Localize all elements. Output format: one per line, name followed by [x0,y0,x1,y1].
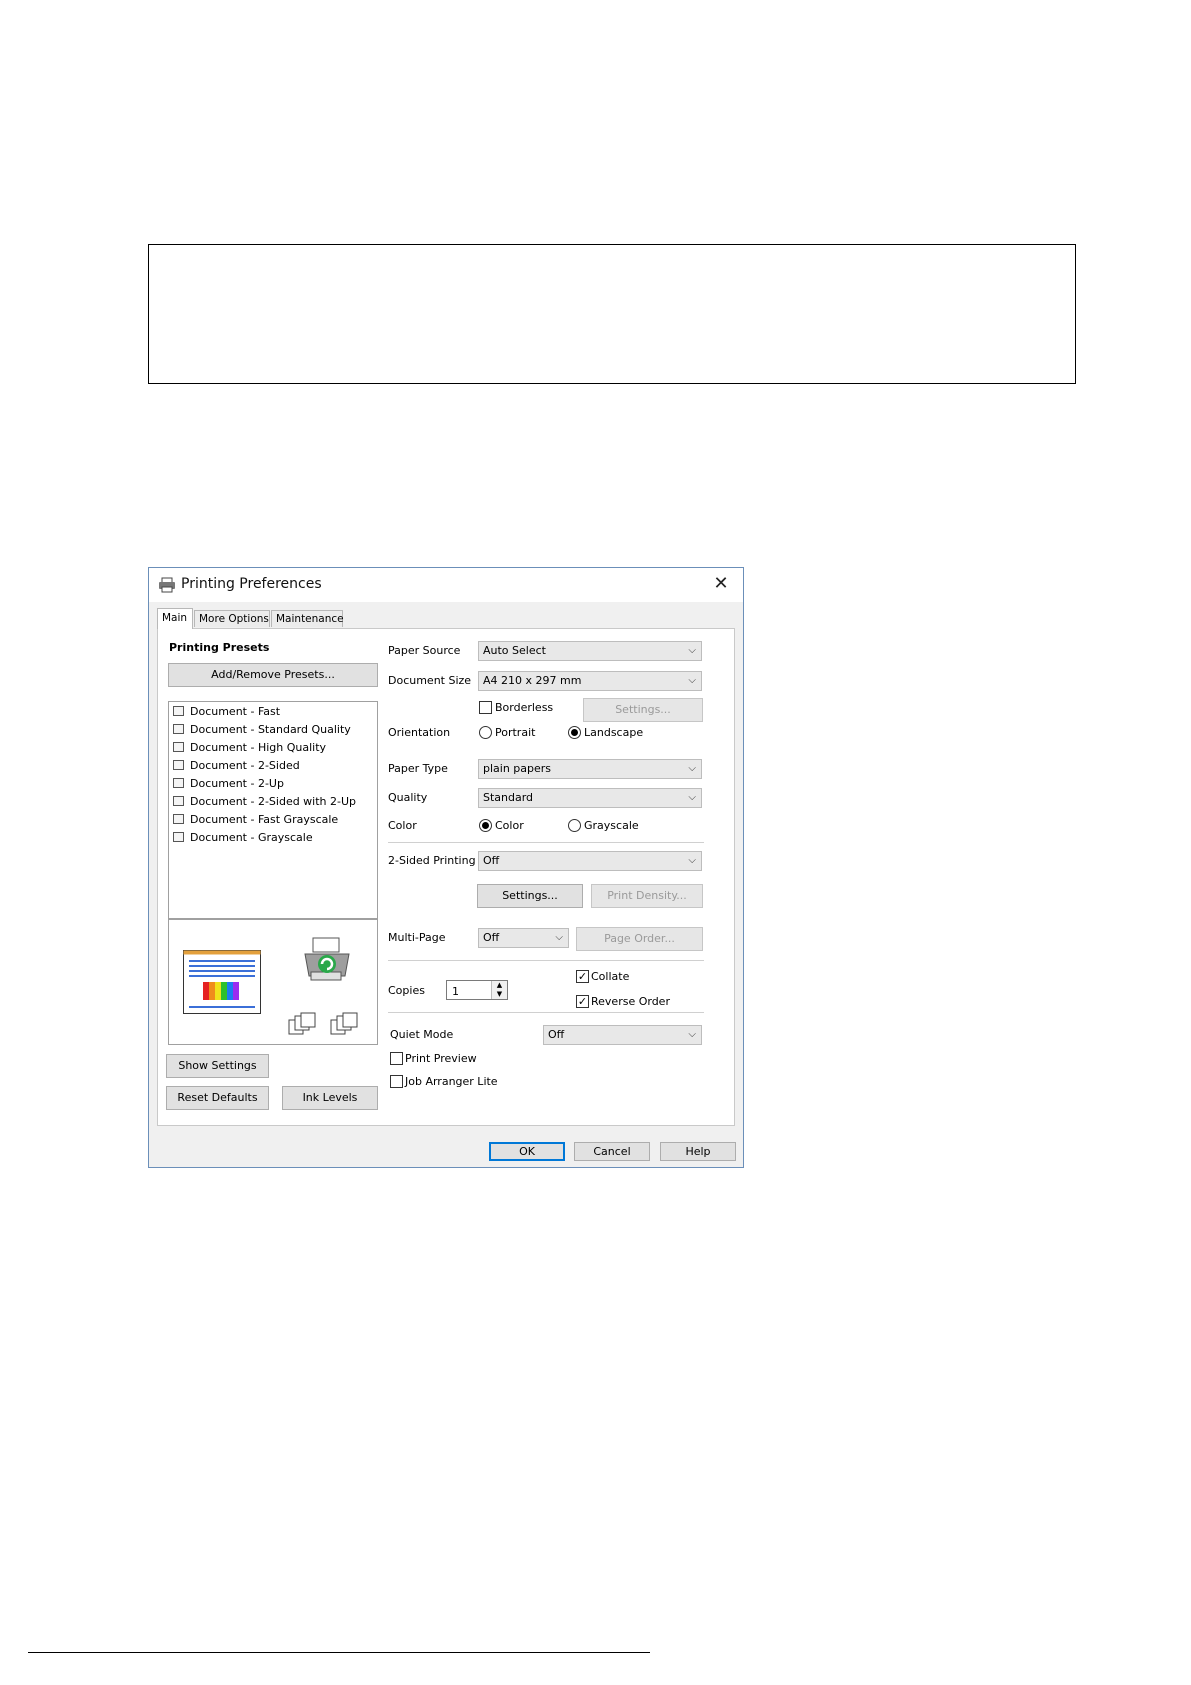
grayscale-document-icon [173,832,184,842]
document-size-select[interactable]: A4 210 x 297 mm ⌵ [478,671,702,691]
preset-document-2-up[interactable]: Document - 2-Up [173,776,284,792]
ok-button[interactable]: OK [489,1142,565,1161]
borderless-label: Borderless [495,701,554,714]
borderless-checkbox[interactable] [479,701,492,714]
tab-maintenance[interactable]: Maintenance [271,610,344,627]
pages-order-icon [330,1012,358,1035]
copies-input[interactable] [450,982,494,1000]
preset-document-standard-quality[interactable]: Document - Standard Quality [173,722,351,738]
grayscale-radio[interactable] [568,819,581,832]
chevron-down-icon: ⌵ [688,645,696,656]
color-label: Color [388,819,417,832]
paper-preview-icon [183,950,261,1014]
tab-more-options[interactable]: More Options [194,610,270,627]
multi-page-select[interactable]: Off ⌵ [478,928,569,948]
copies-label: Copies [388,984,425,997]
document-icon [173,742,184,752]
separator [388,1012,704,1013]
printing-preferences-dialog: Printing Preferences ✕ Main More Options… [148,567,744,1168]
multi-page-label: Multi-Page [388,931,446,944]
close-button[interactable]: ✕ [709,572,733,596]
help-button[interactable]: Help [660,1142,736,1161]
settings-preview [168,919,378,1045]
paper-source-select[interactable]: Auto Select ⌵ [478,641,702,661]
document-icon [173,724,184,734]
printer-status-icon [304,937,350,981]
preset-document-high-quality[interactable]: Document - High Quality [173,740,326,756]
cancel-button[interactable]: Cancel [574,1142,650,1161]
two-sided-icon [173,760,184,770]
footer-rule [28,1652,650,1653]
reset-defaults-button[interactable]: Reset Defaults [166,1086,269,1110]
pages-icon [288,1012,316,1035]
separator [388,842,704,843]
collate-label: Collate [591,970,630,983]
grayscale-document-icon [173,814,184,824]
document-size-label: Document Size [388,674,472,687]
portrait-radio[interactable] [479,726,492,739]
chevron-down-icon: ⌵ [688,855,696,866]
preset-document-2-sided[interactable]: Document - 2-Sided [173,758,300,774]
two-sided-two-up-icon [173,796,184,806]
quiet-mode-label: Quiet Mode [390,1028,454,1041]
separator [388,960,704,961]
chevron-down-icon: ⌵ [688,675,696,686]
show-settings-button[interactable]: Show Settings [166,1054,269,1078]
quality-select[interactable]: Standard ⌵ [478,788,702,808]
two-sided-settings-button[interactable]: Settings... [477,884,583,908]
tab-main[interactable]: Main [157,608,193,629]
reverse-order-checkbox[interactable]: ✓ [576,995,589,1008]
printer-icon [159,577,175,593]
title-bar: Printing Preferences ✕ [149,568,743,602]
job-arranger-lite-label: Job Arranger Lite [405,1075,498,1088]
borderless-settings-button[interactable]: Settings... [583,698,703,722]
preset-document-2-sided-with-2-up[interactable]: Document - 2-Sided with 2-Up [173,794,356,810]
chevron-down-icon: ⌵ [688,1029,696,1040]
spin-arrows-icon[interactable]: ▲ ▼ [491,981,507,999]
two-up-icon [173,778,184,788]
reverse-order-label: Reverse Order [591,995,670,1008]
quality-label: Quality [388,791,428,804]
color-option-label: Color [495,819,524,832]
note-box [148,244,1076,384]
chevron-down-icon: ⌵ [688,792,696,803]
preset-document-grayscale[interactable]: Document - Grayscale [173,830,313,846]
paper-type-label: Paper Type [388,762,448,775]
paper-source-label: Paper Source [388,644,461,657]
landscape-label: Landscape [584,726,644,739]
grayscale-option-label: Grayscale [584,819,639,832]
color-radio[interactable] [479,819,492,832]
main-tab-panel: Printing Presets Add/Remove Presets... D… [157,628,735,1126]
presets-list[interactable]: Document - Fast Document - Standard Qual… [168,701,378,919]
dialog-title: Printing Preferences [181,576,322,592]
chevron-down-icon: ⌵ [555,932,563,943]
orientation-label: Orientation [388,726,451,739]
document-icon [173,706,184,716]
print-preview-checkbox[interactable] [390,1052,403,1065]
ink-levels-button[interactable]: Ink Levels [282,1086,378,1110]
printing-presets-heading: Printing Presets [169,641,270,654]
preset-document-fast[interactable]: Document - Fast [173,704,280,720]
job-arranger-lite-checkbox[interactable] [390,1075,403,1088]
collate-checkbox[interactable]: ✓ [576,970,589,983]
quiet-mode-select[interactable]: Off ⌵ [543,1025,702,1045]
two-sided-printing-label: 2-Sided Printing [388,854,476,867]
print-preview-label: Print Preview [405,1052,477,1065]
landscape-radio[interactable] [568,726,581,739]
chevron-down-icon: ⌵ [688,763,696,774]
print-density-button[interactable]: Print Density... [591,884,703,908]
preset-document-fast-grayscale[interactable]: Document - Fast Grayscale [173,812,338,828]
paper-type-select[interactable]: plain papers ⌵ [478,759,702,779]
copies-stepper[interactable]: ▲▼ [446,980,508,1000]
two-sided-printing-select[interactable]: Off ⌵ [478,851,702,871]
add-remove-presets-button[interactable]: Add/Remove Presets... [168,663,378,687]
page-order-button[interactable]: Page Order... [576,927,703,951]
portrait-label: Portrait [495,726,536,739]
